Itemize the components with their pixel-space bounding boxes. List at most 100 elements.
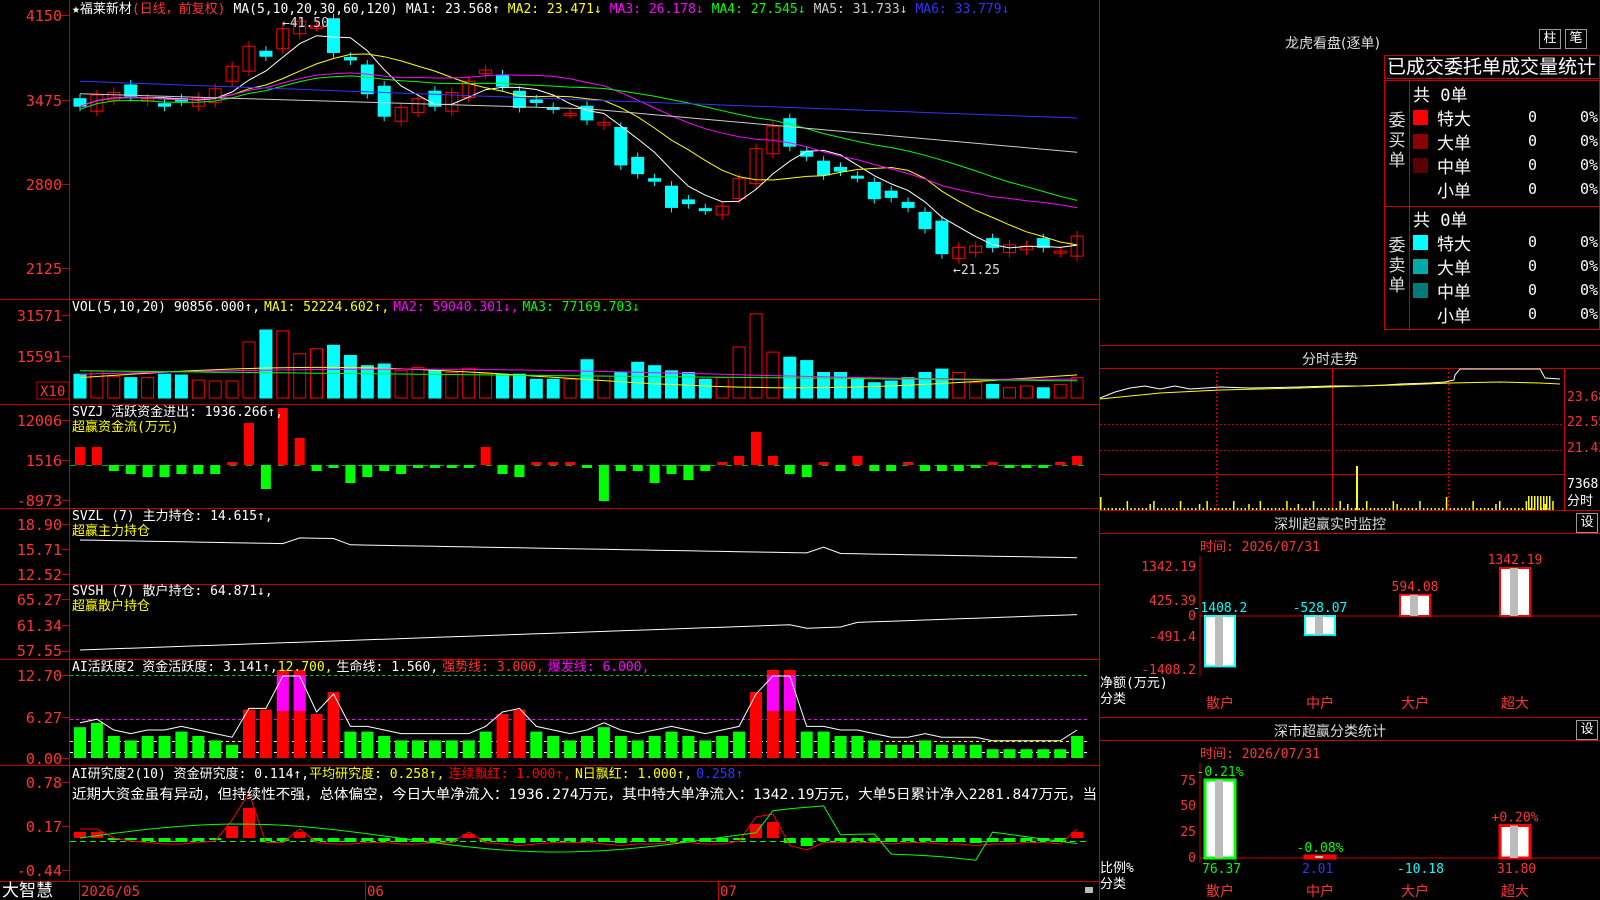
class-axis-label: 50 (1180, 799, 1196, 814)
volume-bar (918, 372, 932, 399)
category-label: 中户 (1306, 883, 1334, 900)
activity-bar (158, 736, 171, 758)
volume-bar (1053, 383, 1067, 399)
class-bar-shade (1510, 825, 1518, 858)
indicator-text: MA3: 26.178↓ (610, 2, 704, 17)
category-caption: 分类 (1100, 692, 1126, 707)
indicator-text: MA2: 23.471↓ (508, 2, 602, 17)
class-pct-label: -0.08% (1297, 841, 1344, 856)
fenshi-axis-label: 23.68 (1567, 390, 1600, 405)
candle (343, 56, 357, 61)
candle (529, 99, 543, 103)
candle (496, 74, 509, 87)
fund-flow-bar (835, 465, 846, 471)
volume-bar (411, 366, 425, 399)
research-bar (344, 838, 357, 842)
activity-bar (530, 731, 543, 758)
volume-bar (107, 376, 121, 399)
activity-bar (1071, 736, 1084, 758)
fund-flow-bar (751, 432, 761, 465)
fund-flow-bar (91, 447, 102, 465)
fund-flow-bar (666, 465, 677, 474)
ma30-line (79, 75, 1078, 201)
sz-monitor-panel: 深圳超赢实时监控 设 时间: 2026/07/31 1342.19 425.39 0… (1100, 510, 1600, 717)
volume-bar (496, 373, 509, 399)
minute-volume-bar (1531, 496, 1533, 511)
volume-bar (90, 370, 104, 399)
research-bar (935, 838, 948, 842)
vol-unit-label: X10 (40, 384, 65, 400)
fund-flow-bar (514, 465, 525, 477)
research-bar (597, 838, 610, 842)
activity-bar (902, 744, 915, 758)
research-bar (682, 838, 695, 841)
activity-bar (614, 736, 627, 758)
fund-flow-bar (1055, 462, 1066, 465)
ma120-line (79, 80, 1078, 119)
indicator-text: 90856.000↑, (174, 300, 260, 315)
research-bar (175, 838, 188, 842)
retail-holding-line (79, 614, 1078, 651)
activity-bar (699, 740, 712, 758)
research-bar (496, 838, 509, 842)
candle (512, 90, 526, 108)
activity-bar (665, 731, 678, 758)
fund-flow-bar (328, 465, 339, 468)
main-holding-line (79, 537, 1078, 559)
activity-bar (1037, 749, 1050, 758)
order-percent: 0% (1580, 132, 1599, 150)
activity-bar (581, 736, 593, 758)
svsh-axis-label: 57.55 (17, 642, 62, 660)
fund-flow-bar (413, 465, 423, 468)
fenshi-panel[interactable]: 分时走势 23.68 22.55 21.42 7368 分时 (1100, 345, 1600, 511)
fund-flow-bar (497, 465, 508, 474)
buy-total: 共 0单 (1413, 86, 1468, 106)
activity-bar (1020, 749, 1033, 758)
order-size-label: 中单 (1437, 283, 1471, 303)
order-count: 0 (1527, 233, 1537, 251)
research-bar (378, 838, 391, 841)
fund-flow-bar (717, 462, 728, 465)
monitor-bar-shade (1315, 616, 1323, 635)
svsh-axis-label: 61.34 (17, 617, 62, 635)
unit-label: 比例% (1100, 861, 1134, 876)
research-bar (209, 838, 222, 840)
indicator-text: 超赢主力持仓 (72, 523, 150, 539)
fund-flow-bar (548, 462, 559, 465)
category-label: 中户 (1306, 695, 1334, 712)
research-bar (513, 838, 526, 843)
svzl-axis-label: 18.90 (17, 516, 62, 534)
activity-bar-top (783, 675, 796, 711)
monitor-bar-shade (1510, 568, 1518, 616)
volume-bar (597, 375, 611, 399)
volume-bar (512, 373, 526, 399)
order-percent: 0% (1580, 305, 1599, 323)
kline-chart-area[interactable]: 4150 3475 2800 2125 31571 15591 12006 15… (0, 0, 1100, 900)
volume-bar (394, 370, 408, 399)
fund-flow-bar (818, 462, 829, 465)
fund-flow-bar (531, 462, 542, 465)
volume-bar (445, 372, 459, 399)
research-bar (885, 838, 898, 842)
fund-flow-bar (311, 465, 322, 471)
bar-mode-button[interactable]: 柱 (1539, 29, 1561, 49)
volume-bar (648, 365, 662, 399)
research-bar (750, 824, 762, 838)
tick-mode-button[interactable]: 笔 (1565, 29, 1587, 49)
period-label: (日线，前复权) (132, 1, 226, 17)
svzl-axis-label: 15.71 (17, 541, 62, 559)
order-count: 0 (1527, 156, 1537, 174)
indicator-text: AI研究度2(10) 资金研究度: 0.114↑, (72, 766, 309, 782)
fund-flow-bar (244, 423, 254, 465)
candle (124, 84, 138, 97)
volume-bar (884, 380, 898, 399)
order-percent: 0% (1580, 233, 1599, 251)
fund-flow-bar (683, 465, 694, 480)
order-percent: 0% (1580, 257, 1599, 275)
candle (884, 190, 898, 198)
fenshi-axis-label: 21.42 (1567, 441, 1600, 456)
category-label: 散户 (1206, 695, 1234, 712)
activity-bar (412, 740, 424, 758)
ai1-axis-label: 12.70 (17, 667, 62, 685)
activity-bar (935, 744, 948, 758)
